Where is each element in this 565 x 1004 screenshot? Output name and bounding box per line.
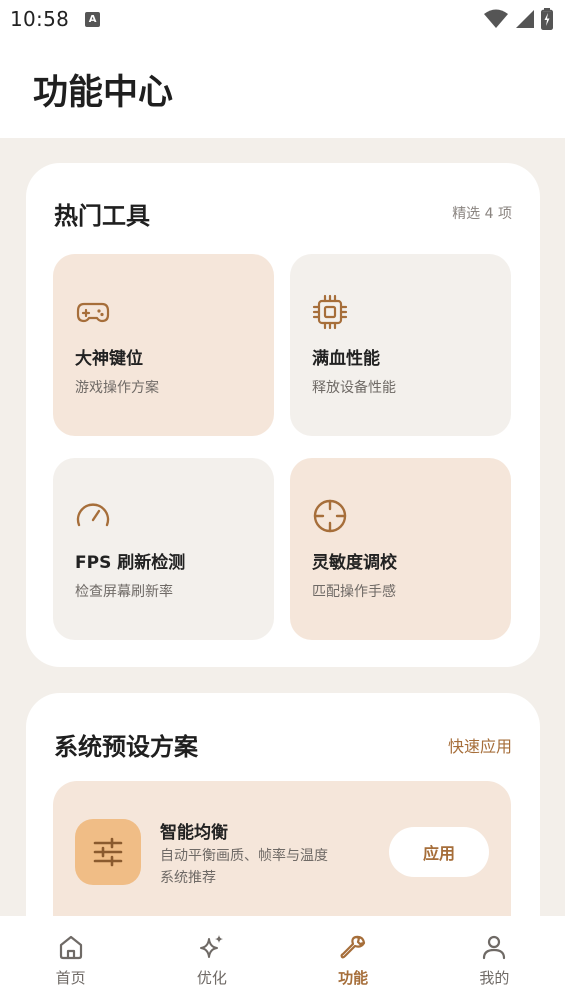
presets-title: 系统预设方案: [54, 733, 198, 761]
page-title: 功能中心: [33, 73, 174, 113]
tool-tile-sensitivity[interactable]: 灵敏度调校 匹配操作手感: [290, 458, 511, 640]
battery-charging-icon: [541, 8, 553, 30]
nav-item-profile[interactable]: 我的: [424, 916, 565, 1004]
status-time: 10:58: [10, 7, 70, 31]
tool-name: 大神键位: [75, 349, 143, 369]
preset-icon-box: [75, 819, 141, 885]
status-bar: 10:58 A: [0, 0, 565, 38]
crosshair-icon: [313, 499, 347, 533]
tool-tile-key-mapping[interactable]: 大神键位 游戏操作方案: [53, 254, 274, 436]
gamepad-icon: [76, 302, 110, 323]
nav-label: 功能: [338, 969, 369, 987]
tool-desc: 游戏操作方案: [75, 380, 159, 396]
sliders-icon: [93, 837, 123, 867]
notification-badge-icon: A: [85, 11, 101, 27]
chip-icon: [312, 294, 348, 330]
preset-sub: 系统推荐: [160, 870, 216, 886]
nav-item-optimize[interactable]: 优化: [141, 916, 282, 1004]
nav-item-home[interactable]: 首页: [0, 916, 141, 1004]
tool-tile-fps-check[interactable]: FPS 刷新检测 检查屏幕刷新率: [53, 458, 274, 640]
nav-label: 优化: [196, 969, 227, 987]
sparkle-icon: [199, 935, 223, 958]
wrench-icon: [340, 935, 366, 959]
hot-tools-title: 热门工具: [54, 202, 150, 230]
nav-label: 首页: [55, 969, 86, 987]
preset-name: 智能均衡: [160, 823, 228, 843]
tool-name: FPS 刷新检测: [75, 553, 186, 573]
tool-desc: 释放设备性能: [312, 380, 396, 396]
tool-name: 灵敏度调校: [312, 553, 397, 573]
tool-desc: 匹配操作手感: [312, 584, 396, 600]
bottom-nav: 首页 优化 功能 我的: [0, 916, 565, 1004]
apply-button[interactable]: 应用: [389, 827, 489, 877]
tool-name: 满血性能: [312, 349, 380, 369]
tool-tile-performance[interactable]: 满血性能 释放设备性能: [290, 254, 511, 436]
signal-icon: [516, 10, 534, 28]
quick-apply-link[interactable]: 快速应用: [448, 733, 512, 757]
system-presets-card: 系统预设方案 快速应用 智能均衡 自动平衡画质、帧率与温度 系统推荐 应用: [26, 693, 540, 961]
nav-label: 我的: [479, 969, 510, 987]
person-icon: [483, 935, 506, 960]
wifi-icon: [484, 9, 508, 28]
hot-tools-count: 精选 4 项: [452, 206, 512, 222]
home-icon: [59, 935, 82, 960]
hot-tools-card: 热门工具 精选 4 项 大神键位 游戏操作方案 满血性能 释放设备性能 FPS …: [26, 163, 540, 667]
preset-desc: 自动平衡画质、帧率与温度: [160, 848, 328, 864]
nav-item-features[interactable]: 功能: [283, 916, 424, 1004]
status-icons: [483, 8, 553, 30]
tool-desc: 检查屏幕刷新率: [75, 584, 173, 600]
gauge-icon: [76, 503, 110, 527]
header: 功能中心: [0, 38, 565, 138]
